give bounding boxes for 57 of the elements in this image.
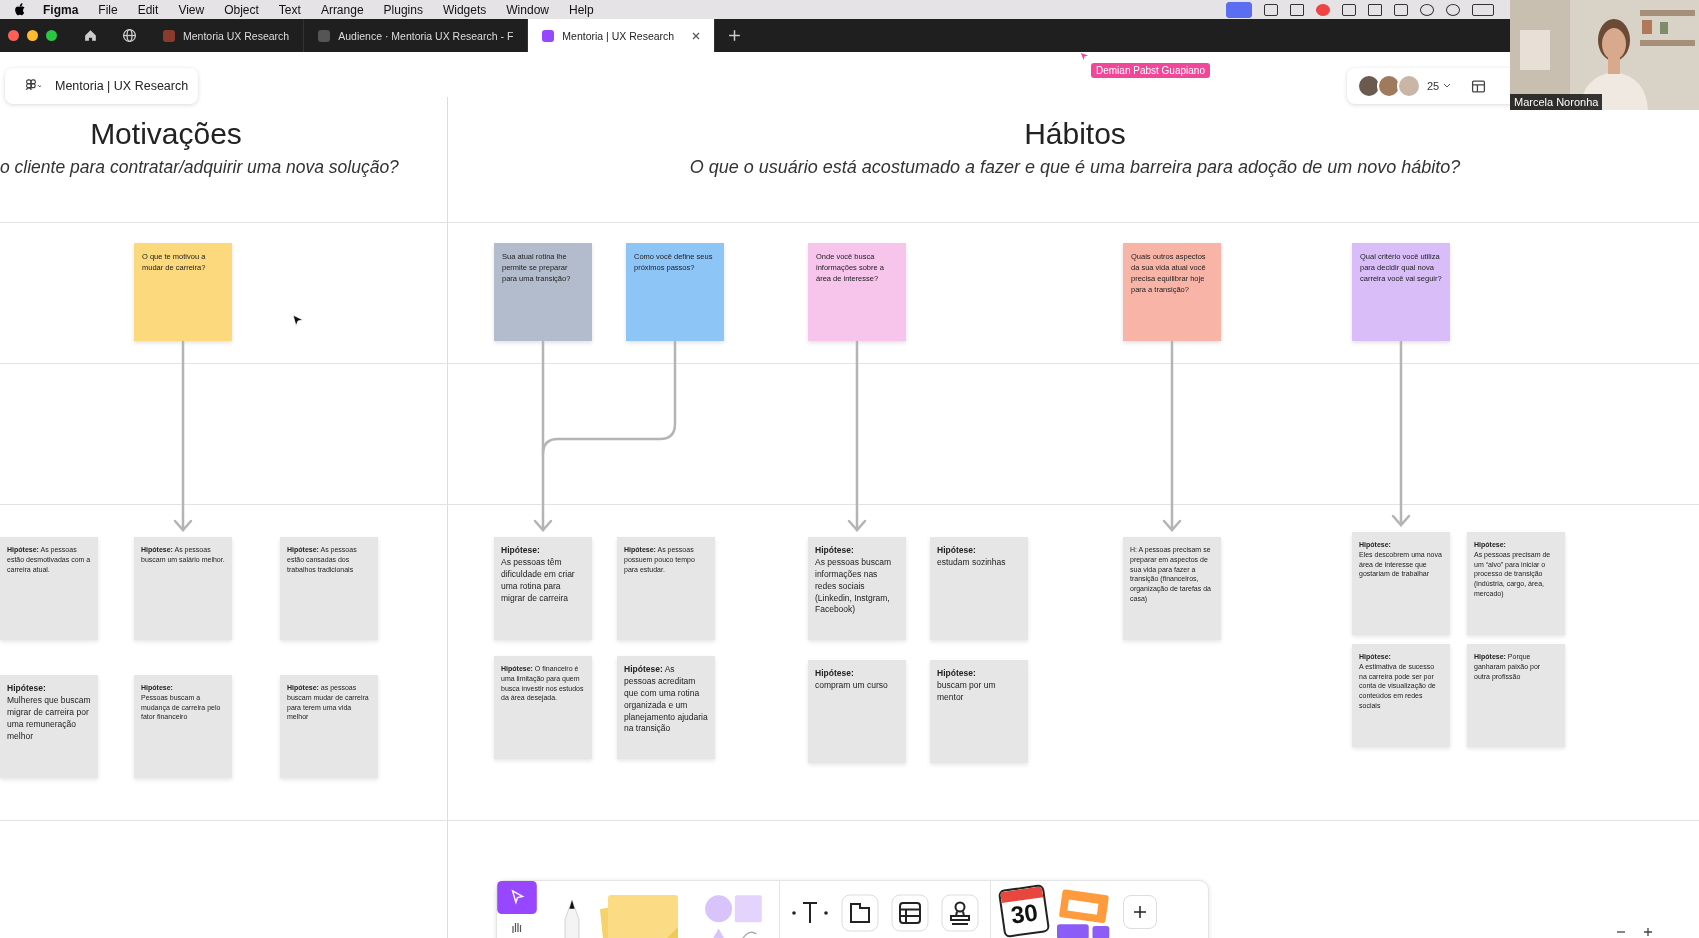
section-title: Hábitos (1024, 117, 1126, 151)
section-title: Motivações (89, 117, 243, 151)
hypothesis-card[interactable]: Hipótese: estudam sozinhas (930, 537, 1028, 640)
stamp-tool-icon[interactable] (940, 893, 980, 933)
zoom-out-icon[interactable] (1616, 930, 1626, 934)
menu-item[interactable]: View (178, 2, 205, 17)
minimize-window-icon[interactable] (27, 30, 38, 41)
globe-icon[interactable] (122, 28, 137, 43)
avatar[interactable] (1377, 74, 1401, 98)
section-subtitle: o cliente para contratar/adquirir uma nova solução? (0, 157, 399, 178)
avatar[interactable] (1357, 74, 1381, 98)
menu-item[interactable]: Help (569, 2, 594, 17)
zoom-in-icon[interactable] (1643, 927, 1653, 937)
table-tool-icon[interactable] (890, 893, 930, 933)
participant-name: Marcela Noronha (1510, 94, 1603, 110)
mouse-pointer-icon (292, 314, 304, 328)
browser-tab[interactable]: Mentoria UX Research (149, 19, 305, 52)
menu-item[interactable]: Window (506, 2, 549, 17)
screen-share-icon[interactable] (1226, 1, 1252, 18)
status-icon[interactable] (1264, 3, 1278, 16)
hypothesis-card[interactable]: Hipótese: As pessoas acreditam que com uma rotina organizada e um planejamento ajudaria na transição (617, 656, 715, 759)
plus-icon (1133, 905, 1147, 919)
section-tool-icon[interactable] (840, 893, 880, 933)
menu-item[interactable]: Edit (137, 2, 159, 17)
menu-item[interactable]: File (98, 2, 118, 17)
status-icon[interactable] (1368, 3, 1382, 16)
apple-icon[interactable] (14, 3, 25, 16)
collaborator-name-tag: Demian Pabst Guapiano (1091, 63, 1210, 78)
menu-item[interactable]: Object (224, 2, 259, 17)
collaborator-pointer-icon (1080, 52, 1089, 61)
layout-icon[interactable] (1471, 78, 1487, 94)
menu-app-name[interactable]: Figma (43, 2, 79, 17)
calendar-sticker[interactable]: 30 (997, 884, 1051, 938)
hypothesis-card[interactable]: Hipótese: Mulheres que buscam migrar de carreira por uma remuneração melhor (0, 675, 98, 778)
new-tab-icon[interactable] (727, 28, 743, 43)
menu-item[interactable]: Text (278, 2, 301, 17)
hypothesis-card[interactable]: Hipótese: compram um curso (808, 660, 906, 763)
menu-item[interactable]: Arrange (320, 2, 364, 17)
chevron-down-icon[interactable] (1443, 83, 1452, 89)
menu-item[interactable]: Plugins (383, 2, 423, 17)
close-window-icon[interactable] (8, 30, 19, 41)
collaborator-count[interactable]: 25 (1427, 80, 1440, 92)
file-name[interactable]: Mentoria | UX Research (55, 79, 189, 93)
home-icon[interactable] (83, 28, 98, 43)
select-tool-icon[interactable] (497, 881, 537, 914)
close-tab-icon[interactable] (692, 31, 701, 40)
section-subtitle: O que o usuário está acostumado a fazer e que é uma barreira para adoção de um novo hábito? (689, 157, 1461, 178)
menu-item[interactable]: Widgets (442, 2, 487, 17)
maximize-window-icon[interactable] (46, 30, 57, 41)
status-icon[interactable] (1290, 3, 1304, 16)
hypothesis-card[interactable]: Hipótese: buscam por um mentor (930, 660, 1028, 763)
battery-icon[interactable] (1472, 3, 1494, 16)
add-button[interactable] (1123, 895, 1157, 929)
hypothesis-card[interactable]: Hipótese: As pessoas têm dificuldade em criar uma rotina para migrar de carreira (494, 537, 592, 640)
browser-tab[interactable]: Mentoria | UX Research (528, 19, 716, 52)
status-icon[interactable] (1342, 3, 1356, 16)
hypothesis-card[interactable]: Hipótese: As pessoas buscam informações nas redes sociais (Linkedin, Instgram, Facebook) (808, 537, 906, 640)
